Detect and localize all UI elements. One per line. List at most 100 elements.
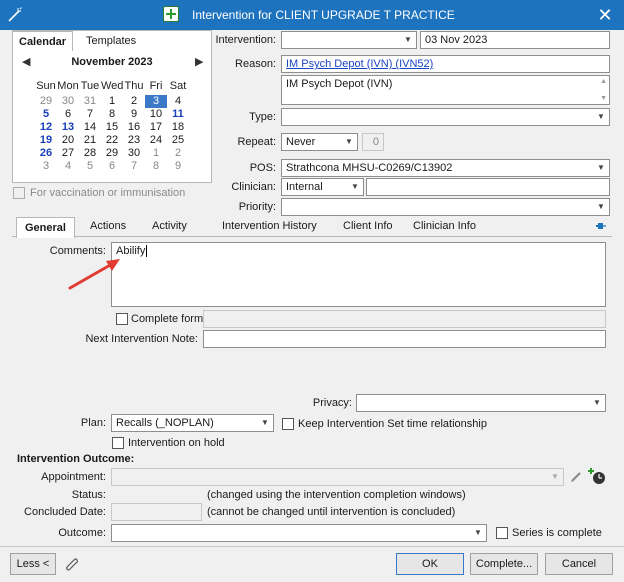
calendar-day[interactable]: 6 — [101, 160, 123, 173]
calendar-day[interactable]: 16 — [123, 121, 145, 134]
on-hold-label: Intervention on hold — [128, 437, 225, 449]
vaccination-checkbox[interactable] — [13, 187, 25, 199]
calendar-day[interactable]: 26 — [35, 147, 57, 160]
calendar-day[interactable]: 6 — [57, 108, 79, 121]
on-hold-checkbox[interactable] — [112, 437, 124, 449]
calendar-day[interactable]: 25 — [167, 134, 189, 147]
edit-wand-icon[interactable] — [6, 6, 24, 24]
calendar-day[interactable]: 9 — [123, 108, 145, 121]
calendar-day[interactable]: 8 — [101, 108, 123, 121]
scroll-up-icon[interactable]: ▲ — [600, 78, 607, 85]
ok-button[interactable]: OK — [396, 553, 464, 575]
calendar-day[interactable]: 4 — [167, 95, 189, 108]
calendar-day[interactable]: 7 — [79, 108, 101, 121]
add-intervention-icon — [163, 6, 179, 22]
calendar-day[interactable]: 21 — [79, 134, 101, 147]
chevron-down-icon: ▼ — [345, 137, 353, 146]
plan-select[interactable]: Recalls (_NOPLAN) ▼ — [111, 414, 274, 432]
cancel-button[interactable]: Cancel — [545, 553, 613, 575]
date-field[interactable]: 03 Nov 2023 — [420, 31, 610, 49]
tab-activity[interactable]: Activity — [152, 220, 187, 232]
tab-general[interactable]: General — [16, 217, 75, 238]
tab-intervention-history[interactable]: Intervention History — [222, 220, 317, 232]
reason-link-field[interactable]: IM Psych Depot (IVN) (IVN52) — [281, 55, 610, 73]
clinician-type-select[interactable]: Internal ▼ — [281, 178, 364, 196]
clinician-name-field[interactable] — [366, 178, 610, 196]
calendar-day[interactable]: 20 — [57, 134, 79, 147]
calendar-day[interactable]: 5 — [79, 160, 101, 173]
calendar-day[interactable]: 5 — [35, 108, 57, 121]
calendar-day[interactable]: 29 — [35, 95, 57, 108]
calendar-day[interactable]: 19 — [35, 134, 57, 147]
repeat-select[interactable]: Never ▼ — [281, 133, 358, 151]
calendar-day[interactable]: 30 — [123, 147, 145, 160]
weekday-thu: Thu — [124, 80, 144, 92]
add-appointment-clock-icon[interactable] — [587, 467, 607, 485]
calendar-day[interactable]: 1 — [145, 147, 167, 160]
tab-client-info[interactable]: Client Info — [343, 220, 393, 232]
calendar-day[interactable]: 3 — [35, 160, 57, 173]
calendar-day[interactable]: 23 — [123, 134, 145, 147]
tab-clinician-info[interactable]: Clinician Info — [413, 220, 476, 232]
annotation-arrow-icon — [68, 259, 120, 290]
calendar-day[interactable]: 4 — [57, 160, 79, 173]
calendar-day[interactable]: 29 — [101, 147, 123, 160]
calendar-day[interactable]: 31 — [79, 95, 101, 108]
comments-textarea[interactable]: Abilify — [111, 242, 606, 307]
less-button[interactable]: Less < — [10, 553, 56, 575]
calendar-day[interactable]: 30 — [57, 95, 79, 108]
calendar-day[interactable]: 2 — [123, 95, 145, 108]
complete-form-label: Complete form: — [131, 313, 207, 325]
reason-label: Reason: — [235, 58, 276, 70]
repeat-count-field[interactable]: 0 — [362, 133, 384, 151]
calendar-day[interactable]: 8 — [145, 160, 167, 173]
priority-select[interactable]: ▼ — [281, 198, 610, 216]
scroll-down-icon[interactable]: ▼ — [600, 95, 607, 102]
calendar-day[interactable]: 28 — [79, 147, 101, 160]
calendar-day[interactable]: 14 — [79, 121, 101, 134]
complete-form-checkbox[interactable] — [116, 313, 128, 325]
appointment-select[interactable]: ▼ — [111, 468, 564, 486]
calendar-day[interactable]: 9 — [167, 160, 189, 173]
intervention-select[interactable]: ▼ — [281, 31, 417, 49]
calendar-day-selected[interactable]: 3 — [145, 95, 167, 108]
text-cursor — [146, 245, 148, 257]
weekday-sun: Sun — [36, 80, 56, 92]
pin-icon[interactable] — [594, 221, 606, 233]
calendar-day[interactable]: 17 — [145, 121, 167, 134]
edit-pencil-icon[interactable] — [569, 470, 583, 484]
calendar-day[interactable]: 7 — [123, 160, 145, 173]
privacy-label: Privacy: — [312, 397, 352, 409]
tab-templates[interactable]: Templates — [80, 31, 142, 51]
privacy-select[interactable]: ▼ — [356, 394, 606, 412]
reason-link[interactable]: IM Psych Depot (IVN) (IVN52) — [286, 58, 433, 70]
calendar-day[interactable]: 1 — [101, 95, 123, 108]
calendar-day[interactable]: 18 — [167, 121, 189, 134]
chevron-down-icon: ▼ — [593, 398, 601, 407]
calendar-day[interactable]: 13 — [57, 121, 79, 134]
series-complete-checkbox[interactable] — [496, 527, 508, 539]
outcome-select[interactable]: ▼ — [111, 524, 487, 542]
calendar-day[interactable]: 27 — [57, 147, 79, 160]
calendar-day[interactable]: 2 — [167, 147, 189, 160]
tab-calendar[interactable]: Calendar — [12, 31, 74, 51]
reason-textarea[interactable]: IM Psych Depot (IVN) ▲ ▼ — [281, 75, 610, 105]
complete-button[interactable]: Complete... — [470, 553, 538, 575]
calendar-day[interactable]: 12 — [35, 121, 57, 134]
keep-relationship-label: Keep Intervention Set time relationship — [298, 418, 487, 430]
attachment-icon[interactable] — [64, 556, 80, 572]
calendar-day[interactable]: 24 — [145, 134, 167, 147]
keep-relationship-checkbox[interactable] — [282, 418, 294, 430]
close-button[interactable]: ✕ — [594, 4, 616, 26]
button-bar-divider — [0, 546, 624, 547]
next-note-field[interactable] — [203, 330, 606, 348]
pos-select[interactable]: Strathcona MHSU-C0269/C13902 ▼ — [281, 159, 610, 177]
calendar-day[interactable]: 22 — [101, 134, 123, 147]
complete-form-field[interactable] — [203, 310, 606, 328]
concluded-date-field[interactable] — [111, 503, 202, 521]
type-select[interactable]: ▼ — [281, 108, 610, 126]
calendar-day[interactable]: 10 — [145, 108, 167, 121]
calendar-day[interactable]: 11 — [167, 108, 189, 121]
calendar-day[interactable]: 15 — [101, 121, 123, 134]
tab-actions[interactable]: Actions — [90, 220, 126, 232]
